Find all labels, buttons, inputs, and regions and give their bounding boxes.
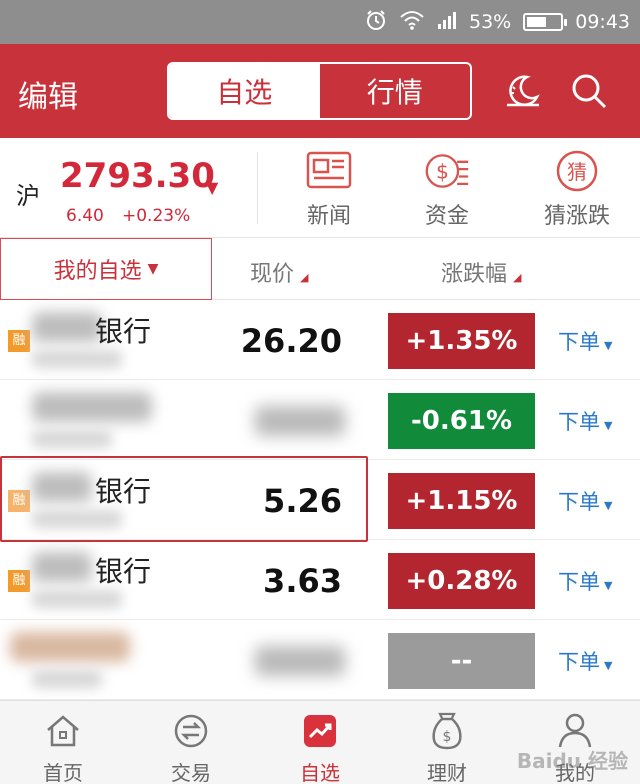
table-row[interactable]: 融 银行 26.20 +1.35% 下单 ▼ xyxy=(0,300,640,380)
battery-icon xyxy=(523,13,568,31)
index-change-pct: +0.23% xyxy=(122,206,191,226)
dropdown-arrow-icon: ▼ xyxy=(604,339,613,352)
sort-icon: ◢ xyxy=(300,271,309,284)
order-label: 下单 xyxy=(558,650,600,674)
change-badge[interactable]: -- xyxy=(388,633,535,689)
blurred-price xyxy=(255,646,345,676)
blurred-price xyxy=(255,406,345,436)
dropdown-arrow-icon: ▼ xyxy=(604,659,613,672)
my-list-dropdown[interactable]: 我的自选 ▼ xyxy=(0,238,212,300)
my-list-label: 我的自选 xyxy=(53,259,142,284)
svg-text:猜: 猜 xyxy=(567,160,587,184)
sort-icon: ◢ xyxy=(513,271,522,284)
blurred-name xyxy=(10,632,130,662)
change-badge[interactable]: +1.15% xyxy=(388,473,535,529)
order-label: 下单 xyxy=(558,410,600,434)
margin-badge: 融 xyxy=(8,330,30,352)
change-header-label: 涨跌幅 xyxy=(441,262,508,287)
wifi-icon xyxy=(399,10,425,35)
funds-label: 资金 xyxy=(424,204,469,229)
segment-control: 自选 行情 xyxy=(167,62,472,120)
change-badge[interactable]: +1.35% xyxy=(388,313,535,369)
funds-icon: $ xyxy=(424,148,470,194)
order-button[interactable]: 下单 ▼ xyxy=(558,646,612,676)
svg-text:$: $ xyxy=(436,159,449,183)
edit-button[interactable]: 编辑 xyxy=(18,72,78,116)
battery-percent: 53% xyxy=(469,11,512,33)
order-label: 下单 xyxy=(558,490,600,514)
change-badge[interactable]: -0.61% xyxy=(388,393,535,449)
nav-trade-label: 交易 xyxy=(171,761,211,784)
night-mode-icon[interactable] xyxy=(500,68,546,114)
guess-icon: 猜 xyxy=(554,148,600,194)
table-row[interactable]: -- 下单 ▼ xyxy=(0,620,640,700)
order-label: 下单 xyxy=(558,330,600,354)
dropdown-arrow-icon: ▼ xyxy=(604,499,613,512)
blurred-name xyxy=(32,392,152,422)
blurred-name xyxy=(32,552,92,582)
column-header: 我的自选 ▼ 现价 ◢ 涨跌幅 ◢ xyxy=(0,238,640,300)
index-change: 6.40 xyxy=(66,206,104,226)
tab-watchlist[interactable]: 自选 xyxy=(169,64,320,118)
stock-name: 银行 xyxy=(95,315,152,348)
search-icon[interactable] xyxy=(566,68,612,114)
nav-wealth[interactable]: $ 理财 xyxy=(392,711,502,784)
clock: 09:43 xyxy=(575,11,630,33)
table-row[interactable]: 融 银行 3.63 +0.28% 下单 ▼ xyxy=(0,540,640,620)
signal-icon xyxy=(437,10,457,35)
nav-trade[interactable]: 交易 xyxy=(136,711,246,784)
table-row[interactable]: -0.61% 下单 ▼ xyxy=(0,380,640,460)
nav-watchlist[interactable]: 自选 xyxy=(265,711,375,784)
margin-badge: 融 xyxy=(8,570,30,592)
news-label: 新闻 xyxy=(306,204,351,229)
order-button[interactable]: 下单 ▼ xyxy=(558,326,612,356)
nav-watchlist-label: 自选 xyxy=(300,761,340,784)
order-button[interactable]: 下单 ▼ xyxy=(558,566,612,596)
price-column-header[interactable]: 现价 ◢ xyxy=(250,256,308,288)
blurred-code xyxy=(32,590,122,608)
watermark-logo: Baidu 经验 xyxy=(516,749,628,773)
svg-text:$: $ xyxy=(443,729,452,745)
tab-market[interactable]: 行情 xyxy=(320,64,471,118)
status-bar: 53% 09:43 xyxy=(0,0,640,44)
highlight-box xyxy=(0,456,368,542)
stock-price: 3.63 xyxy=(263,562,342,600)
order-label: 下单 xyxy=(558,570,600,594)
order-button[interactable]: 下单 ▼ xyxy=(558,406,612,436)
divider xyxy=(257,152,258,224)
guess-button[interactable]: 猜 猜涨跌 xyxy=(522,148,632,232)
down-triangle-icon: ▼ xyxy=(206,178,219,197)
home-icon xyxy=(43,711,83,751)
app-header: 编辑 自选 行情 xyxy=(0,44,640,138)
trade-icon xyxy=(171,711,211,751)
guess-label: 猜涨跌 xyxy=(543,204,610,229)
price-header-label: 现价 xyxy=(250,262,295,287)
nav-home[interactable]: 首页 xyxy=(8,711,118,784)
order-button[interactable]: 下单 ▼ xyxy=(558,486,612,516)
stock-price: 26.20 xyxy=(240,322,342,360)
market-label: 沪 xyxy=(16,182,40,210)
wealth-icon: $ xyxy=(427,711,467,751)
nav-home-label: 首页 xyxy=(43,761,83,784)
index-value[interactable]: 2793.30 xyxy=(60,156,215,196)
blurred-code xyxy=(32,670,102,688)
status-icons: 53% 09:43 xyxy=(365,0,630,44)
blurred-code xyxy=(32,350,122,368)
dropdown-arrow-icon: ▼ xyxy=(147,261,159,277)
blurred-code xyxy=(32,430,112,448)
watchlist-icon xyxy=(300,711,340,751)
funds-button[interactable]: $ 资金 xyxy=(392,148,502,232)
news-button[interactable]: 新闻 xyxy=(274,148,384,232)
news-icon xyxy=(306,148,352,194)
bottom-nav: 首页 交易 自选 $ 理财 我的 Baidu 经验 xyxy=(0,700,640,784)
dropdown-arrow-icon: ▼ xyxy=(604,419,613,432)
change-column-header[interactable]: 涨跌幅 ◢ xyxy=(441,256,521,288)
stock-name: 银行 xyxy=(95,555,152,588)
index-strip: 沪 2793.30 ▼ 6.40 +0.23% 新闻 $ 资金 猜 猜涨跌 xyxy=(0,138,640,238)
dropdown-arrow-icon: ▼ xyxy=(604,579,613,592)
blurred-name xyxy=(32,312,102,342)
nav-wealth-label: 理财 xyxy=(427,761,467,784)
alarm-icon xyxy=(365,9,387,36)
change-badge[interactable]: +0.28% xyxy=(388,553,535,609)
